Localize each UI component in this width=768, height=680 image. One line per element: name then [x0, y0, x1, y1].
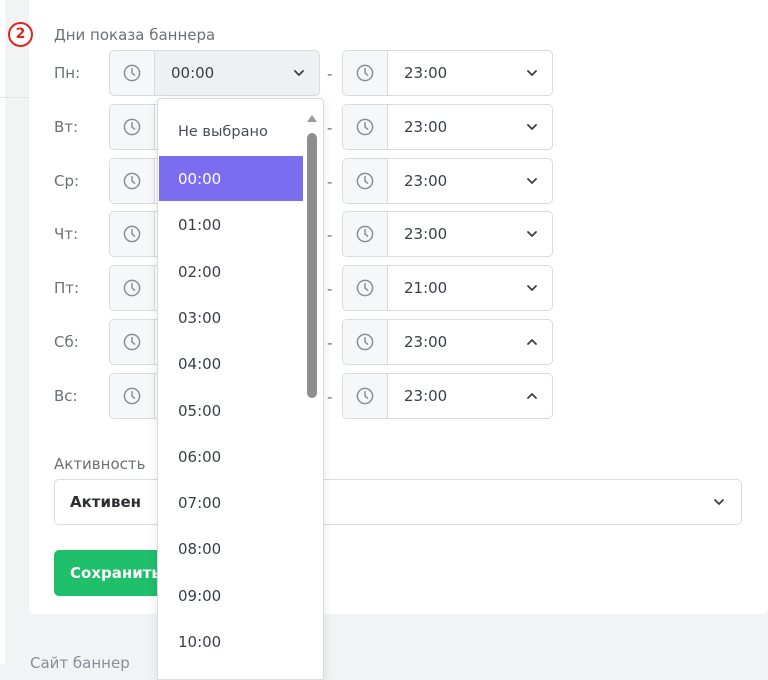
- clock-addon: [343, 373, 388, 418]
- dropdown-option[interactable]: 08:00: [159, 526, 303, 571]
- clock-addon: [110, 104, 155, 149]
- range-dash: -: [327, 334, 333, 352]
- chevron-down-icon: [714, 499, 724, 505]
- range-dash: -: [327, 226, 333, 245]
- dropdown-option-label: 04:00: [178, 355, 222, 374]
- time-to-value: 23:00: [404, 333, 448, 351]
- dropdown-option-label: 10:00: [178, 633, 222, 651]
- clock-addon: [110, 158, 155, 203]
- time-from-value: 00:00: [171, 64, 215, 82]
- scroll-up-arrow-icon[interactable]: [307, 115, 317, 122]
- activity-label: Активность: [54, 455, 146, 473]
- chevron-down-icon: [527, 285, 537, 292]
- time-dropdown-list[interactable]: Не выбрано 00:00 01:00 02:00 03:00 04:00 05:0…: [157, 98, 324, 680]
- dropdown-option-label: Не выбрано: [178, 124, 268, 140]
- dropdown-option[interactable]: 06:00: [159, 434, 303, 479]
- footer-text: Сайт баннер: [30, 654, 130, 672]
- left-divider: [0, 97, 29, 98]
- clock-addon: [343, 158, 388, 203]
- dropdown-option[interactable]: 04:00: [159, 341, 303, 386]
- time-from-select[interactable]: 00:00: [109, 50, 320, 96]
- dropdown-option[interactable]: 02:00: [159, 249, 303, 294]
- chevron-down-icon: [294, 70, 304, 76]
- time-to-value: 23:00: [404, 225, 448, 244]
- dropdown-option-label: 05:00: [178, 401, 222, 420]
- clock-addon: [110, 51, 155, 95]
- range-dash: -: [327, 280, 333, 299]
- day-label: Сб:: [54, 333, 79, 351]
- range-dash: -: [327, 172, 333, 191]
- dropdown-option[interactable]: 03:00: [159, 295, 303, 340]
- chevron-down-icon: [527, 177, 537, 184]
- time-to-value: 23:00: [404, 117, 448, 136]
- step-badge: 2: [8, 22, 33, 47]
- section-title: Дни показа баннера: [54, 26, 216, 44]
- clock-addon: [110, 212, 155, 257]
- chevron-up-icon: [527, 339, 537, 345]
- clock-addon: [343, 104, 388, 149]
- scrollbar-thumb[interactable]: [307, 133, 317, 398]
- range-dash: -: [327, 118, 333, 137]
- chevron-down-icon: [527, 123, 537, 130]
- chevron-up-icon: [527, 392, 537, 399]
- dropdown-option-label: 09:00: [178, 586, 222, 605]
- day-label: Ср:: [54, 171, 80, 190]
- dropdown-option-selected[interactable]: 00:00: [159, 156, 303, 201]
- time-to-select[interactable]: 23:00: [342, 372, 553, 419]
- clock-addon: [110, 373, 155, 418]
- clock-addon: [343, 320, 388, 364]
- day-label: Чт:: [54, 225, 79, 244]
- dropdown-option-label: 07:00: [178, 494, 222, 513]
- clock-addon: [343, 266, 388, 311]
- time-to-value: 23:00: [404, 386, 448, 405]
- dropdown-option-label: 03:00: [178, 308, 222, 327]
- range-dash: -: [327, 387, 333, 406]
- time-to-select[interactable]: 23:00: [342, 50, 553, 96]
- dropdown-option[interactable]: 09:00: [159, 573, 303, 618]
- day-label: Вс:: [54, 386, 78, 405]
- range-dash: -: [327, 65, 333, 83]
- clock-addon: [110, 320, 155, 364]
- dropdown-option-label: 02:00: [178, 262, 222, 281]
- chevron-down-icon: [527, 70, 537, 76]
- left-panel-edge: [0, 0, 5, 664]
- dropdown-option-label: 00:00: [178, 170, 222, 188]
- dropdown-option-placeholder[interactable]: Не выбрано: [159, 110, 303, 155]
- dropdown-option[interactable]: 05:00: [159, 388, 303, 433]
- chevron-down-icon: [527, 231, 537, 238]
- dropdown-option-label: 01:00: [178, 216, 222, 235]
- time-to-select[interactable]: 23:00: [342, 211, 553, 258]
- clock-addon: [343, 212, 388, 257]
- time-to-value: 23:00: [404, 64, 448, 82]
- day-label: Пт:: [54, 279, 80, 298]
- clock-addon: [343, 51, 388, 95]
- dropdown-option-label: 06:00: [178, 447, 222, 466]
- day-label: Пн:: [54, 64, 81, 82]
- dropdown-scrollbar[interactable]: [306, 113, 318, 679]
- day-label: Вт:: [54, 117, 79, 136]
- dropdown-option[interactable]: 10:00: [159, 619, 303, 664]
- time-to-select[interactable]: 23:00: [342, 157, 553, 204]
- dropdown-option[interactable]: 01:00: [159, 202, 303, 247]
- clock-addon: [110, 266, 155, 311]
- time-to-select[interactable]: 23:00: [342, 319, 553, 365]
- activity-select-value: Активен: [70, 493, 142, 511]
- time-to-select[interactable]: 23:00: [342, 103, 553, 150]
- time-to-value: 23:00: [404, 171, 448, 190]
- dropdown-option[interactable]: 07:00: [159, 480, 303, 525]
- time-to-value: 21:00: [404, 279, 448, 298]
- time-to-select[interactable]: 21:00: [342, 265, 553, 312]
- dropdown-option-label: 08:00: [178, 540, 222, 559]
